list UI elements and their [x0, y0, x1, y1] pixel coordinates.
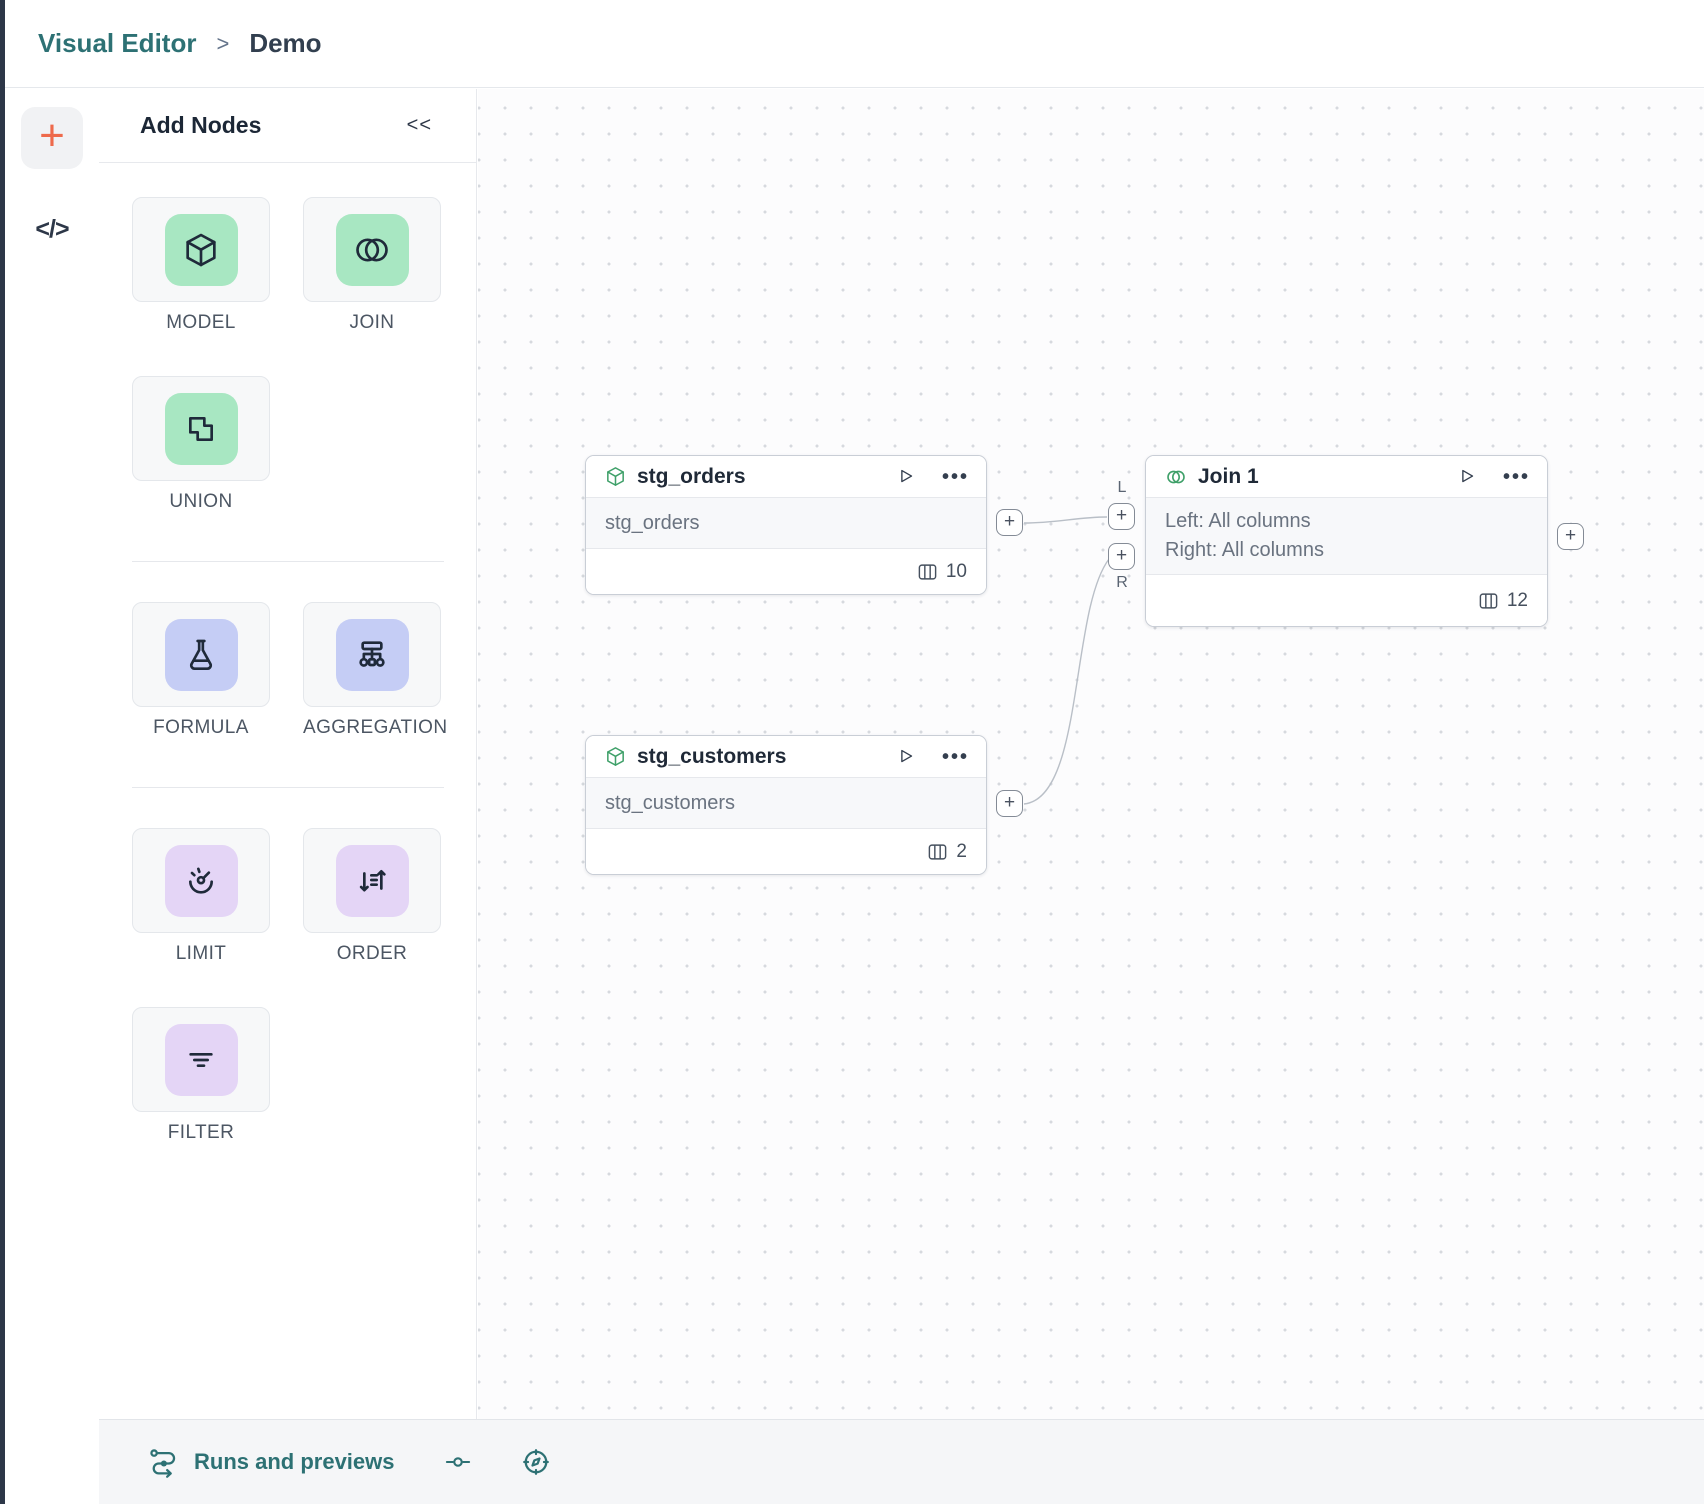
breadcrumb-page-title: Demo [249, 28, 321, 59]
add-node-filter-label: FILTER [132, 1122, 270, 1144]
add-node-union-label: UNION [132, 491, 270, 513]
compass-icon[interactable] [521, 1447, 551, 1477]
columns-icon [1478, 591, 1499, 611]
node-menu-button[interactable]: ••• [1503, 467, 1530, 487]
node-columns-row: 12 [1146, 575, 1547, 626]
node-source-row[interactable]: stg_orders [586, 498, 986, 549]
add-node-formula[interactable]: FORMULA [132, 602, 270, 739]
node-source-label: stg_orders [605, 512, 986, 535]
bottom-bar: Runs and previews [99, 1419, 1704, 1504]
add-nodes-panel: Add Nodes << MODEL [99, 89, 477, 1419]
add-node-aggregation[interactable]: AGGREGATION [303, 602, 441, 739]
node-group-transform: FORMULA AGGREGATION [132, 602, 448, 781]
add-node-aggregation-label: AGGREGATION [303, 717, 441, 739]
top-header: Visual Editor > Demo [5, 0, 1704, 88]
node-stg-orders[interactable]: stg_orders ••• stg_orders 10 [585, 455, 987, 595]
breadcrumb-visual-editor[interactable]: Visual Editor [38, 28, 196, 59]
column-count: 10 [946, 561, 967, 583]
column-count: 2 [956, 841, 967, 863]
venn-icon [336, 214, 409, 286]
column-count: 12 [1507, 590, 1528, 612]
add-node-join-label: JOIN [303, 312, 441, 334]
code-view-button[interactable]: </> [5, 215, 99, 244]
join-left-columns-label: Left: All columns [1165, 507, 1547, 536]
edge-stg-orders-to-join-left [1024, 517, 1107, 523]
breadcrumb-separator: > [216, 31, 229, 57]
model-cube-icon [604, 465, 627, 488]
filter-lines-icon [165, 1024, 238, 1096]
panel-divider [132, 787, 444, 788]
runs-flow-icon [148, 1446, 179, 1479]
add-node-order[interactable]: ORDER [303, 828, 441, 965]
node-title: stg_orders [637, 465, 885, 489]
add-node-plus-button[interactable]: + [21, 107, 83, 169]
node-source-row[interactable]: stg_customers [586, 778, 986, 829]
add-node-formula-label: FORMULA [132, 717, 270, 739]
node-menu-button[interactable]: ••• [942, 467, 969, 487]
add-nodes-panel-header: Add Nodes << [99, 89, 476, 163]
node-stg-customers-header: stg_customers ••• [586, 736, 986, 778]
edge-stg-customers-to-join-right [1024, 559, 1109, 804]
join-venn-icon [1164, 465, 1188, 489]
add-node-order-label: ORDER [303, 943, 441, 965]
hierarchy-icon [336, 619, 409, 691]
columns-icon [917, 562, 938, 582]
node-title: Join 1 [1198, 465, 1446, 489]
flow-canvas[interactable]: stg_orders ••• stg_orders 10 [478, 89, 1704, 1419]
port-join-right-input[interactable]: + [1108, 543, 1135, 570]
sort-arrows-icon [336, 845, 409, 917]
runs-and-previews-button[interactable]: Runs and previews [148, 1446, 395, 1479]
add-node-model-label: MODEL [132, 312, 270, 334]
join-left-port-label: L [1108, 479, 1136, 497]
node-join-1-header: Join 1 ••• [1146, 456, 1547, 498]
node-menu-button[interactable]: ••• [942, 747, 969, 767]
panel-body: MODEL JOIN UNION [99, 163, 476, 1186]
node-group-shape: LIMIT ORDER FILTER [132, 828, 448, 1186]
runs-and-previews-label: Runs and previews [194, 1449, 395, 1475]
run-node-button[interactable] [895, 746, 917, 768]
node-source-label: stg_customers [605, 792, 986, 815]
commit-icon[interactable] [444, 1448, 472, 1476]
model-cube-icon [604, 745, 627, 768]
add-node-filter[interactable]: FILTER [132, 1007, 270, 1144]
node-group-sources: MODEL JOIN UNION [132, 197, 448, 555]
join-right-port-label: R [1108, 574, 1136, 592]
left-toolbar: + </> [5, 89, 99, 1504]
node-stg-customers[interactable]: stg_customers ••• stg_customers 2 [585, 735, 987, 875]
add-node-limit-label: LIMIT [132, 943, 270, 965]
run-node-button[interactable] [895, 466, 917, 488]
join-right-columns-label: Right: All columns [1165, 536, 1547, 565]
visual-editor-app: Visual Editor > Demo + </> Add Nodes << … [0, 0, 1704, 1504]
run-node-button[interactable] [1456, 466, 1478, 488]
add-node-model[interactable]: MODEL [132, 197, 270, 334]
flask-icon [165, 619, 238, 691]
add-node-join[interactable]: JOIN [303, 197, 441, 334]
gauge-icon [165, 845, 238, 917]
panel-divider [132, 561, 444, 562]
cube-icon [165, 214, 238, 286]
node-stg-orders-header: stg_orders ••• [586, 456, 986, 498]
add-node-union[interactable]: UNION [132, 376, 270, 513]
add-node-limit[interactable]: LIMIT [132, 828, 270, 965]
collapse-panel-button[interactable]: << [407, 114, 432, 137]
node-columns-row: 2 [586, 829, 986, 874]
node-title: stg_customers [637, 745, 885, 769]
port-join-output[interactable]: + [1557, 523, 1584, 550]
columns-icon [927, 842, 948, 862]
panel-title: Add Nodes [140, 112, 261, 139]
node-join-config-row[interactable]: Left: All columns Right: All columns [1146, 498, 1547, 575]
union-shapes-icon [165, 393, 238, 465]
port-stg-orders-output[interactable]: + [996, 509, 1023, 536]
node-columns-row: 10 [586, 549, 986, 594]
node-join-1[interactable]: Join 1 ••• Left: All columns Right: All … [1145, 455, 1548, 627]
port-stg-customers-output[interactable]: + [996, 790, 1023, 817]
port-join-left-input[interactable]: + [1108, 503, 1135, 530]
